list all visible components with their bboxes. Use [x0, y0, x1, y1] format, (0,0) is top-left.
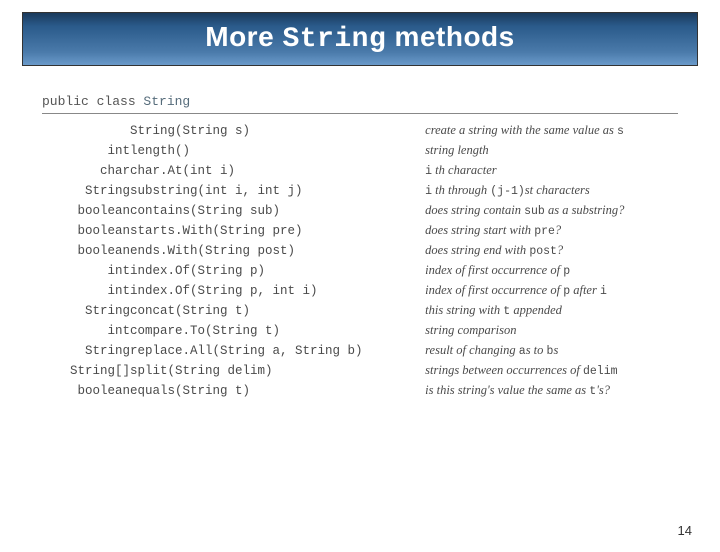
code-literal: t: [589, 385, 596, 398]
method-description: does string contain sub as a substring?: [425, 200, 678, 220]
return-type: String: [42, 340, 130, 360]
method-description: does string end with post?: [425, 240, 678, 260]
method-description: index of first occurrence of p: [425, 260, 678, 280]
method-description: this string with t appended: [425, 300, 678, 320]
api-row: booleancontains(String sub)does string c…: [42, 200, 678, 220]
return-type: boolean: [42, 200, 130, 220]
return-type: String: [42, 300, 130, 320]
code-literal: (j-1): [490, 185, 525, 198]
slide-title: More String methods: [23, 21, 697, 55]
return-type: [42, 120, 130, 140]
method-description: is this string's value the same as t's?: [425, 380, 678, 400]
title-prefix: More: [205, 21, 282, 52]
method-description: string length: [425, 140, 678, 160]
code-literal: a: [519, 345, 526, 358]
api-row: intindex.Of(String p)index of first occu…: [42, 260, 678, 280]
api-table: String(String s)create a string with the…: [42, 120, 678, 400]
code-literal: i: [600, 285, 607, 298]
return-type: char: [42, 160, 130, 180]
class-declaration: public class String: [42, 94, 678, 113]
return-type: int: [42, 280, 130, 300]
method-signature: length(): [130, 140, 425, 160]
method-signature: concat(String t): [130, 300, 425, 320]
method-description: strings between occurrences of delim: [425, 360, 678, 380]
class-keyword: public class: [42, 94, 143, 109]
api-row: booleanends.With(String post)does string…: [42, 240, 678, 260]
api-row: Stringreplace.All(String a, String b)res…: [42, 340, 678, 360]
code-literal: b: [547, 345, 554, 358]
method-signature: String(String s): [130, 120, 425, 140]
method-signature: index.Of(String p): [130, 260, 425, 280]
title-code: String: [282, 24, 386, 55]
method-description: index of first occurrence of p after i: [425, 280, 678, 300]
api-row: intindex.Of(String p, int i)index of fir…: [42, 280, 678, 300]
api-row: charchar.At(int i)i th character: [42, 160, 678, 180]
method-description: does string start with pre?: [425, 220, 678, 240]
return-type: String: [42, 180, 130, 200]
code-literal: t: [503, 305, 510, 318]
title-suffix: methods: [386, 21, 514, 52]
api-row: intcompare.To(String t)string comparison: [42, 320, 678, 340]
code-literal: post: [529, 245, 557, 258]
method-signature: index.Of(String p, int i): [130, 280, 425, 300]
api-row: Stringsubstring(int i, int j)i th throug…: [42, 180, 678, 200]
code-literal: pre: [534, 225, 555, 238]
method-signature: split(String delim): [130, 360, 425, 380]
return-type: boolean: [42, 380, 130, 400]
class-name: String: [143, 94, 190, 109]
return-type: int: [42, 260, 130, 280]
api-row: booleanstarts.With(String pre)does strin…: [42, 220, 678, 240]
page-number: 14: [678, 523, 692, 538]
return-type: int: [42, 320, 130, 340]
method-signature: ends.With(String post): [130, 240, 425, 260]
method-signature: replace.All(String a, String b): [130, 340, 425, 360]
api-row: String[]split(String delim)strings betwe…: [42, 360, 678, 380]
api-row: intlength()string length: [42, 140, 678, 160]
method-description: string comparison: [425, 320, 678, 340]
code-literal: i: [425, 165, 432, 178]
api-row: Stringconcat(String t)this string with t…: [42, 300, 678, 320]
method-description: create a string with the same value as s: [425, 120, 678, 140]
method-signature: compare.To(String t): [130, 320, 425, 340]
api-row: booleanequals(String t)is this string's …: [42, 380, 678, 400]
method-description: i th through (j-1)st characters: [425, 180, 678, 200]
method-description: result of changing as to bs: [425, 340, 678, 360]
return-type: boolean: [42, 240, 130, 260]
code-literal: i: [425, 185, 432, 198]
code-literal: p: [563, 285, 570, 298]
return-type: boolean: [42, 220, 130, 240]
code-literal: sub: [524, 205, 545, 218]
method-signature: contains(String sub): [130, 200, 425, 220]
api-row: String(String s)create a string with the…: [42, 120, 678, 140]
title-bar: More String methods: [22, 12, 698, 66]
divider: [42, 113, 678, 114]
content-area: public class String String(String s)crea…: [42, 94, 678, 400]
method-signature: char.At(int i): [130, 160, 425, 180]
code-literal: s: [617, 125, 624, 138]
method-signature: equals(String t): [130, 380, 425, 400]
code-literal: p: [563, 265, 570, 278]
code-literal: delim: [583, 365, 618, 378]
method-signature: starts.With(String pre): [130, 220, 425, 240]
return-type: int: [42, 140, 130, 160]
method-description: i th character: [425, 160, 678, 180]
return-type: String[]: [42, 360, 130, 380]
method-signature: substring(int i, int j): [130, 180, 425, 200]
